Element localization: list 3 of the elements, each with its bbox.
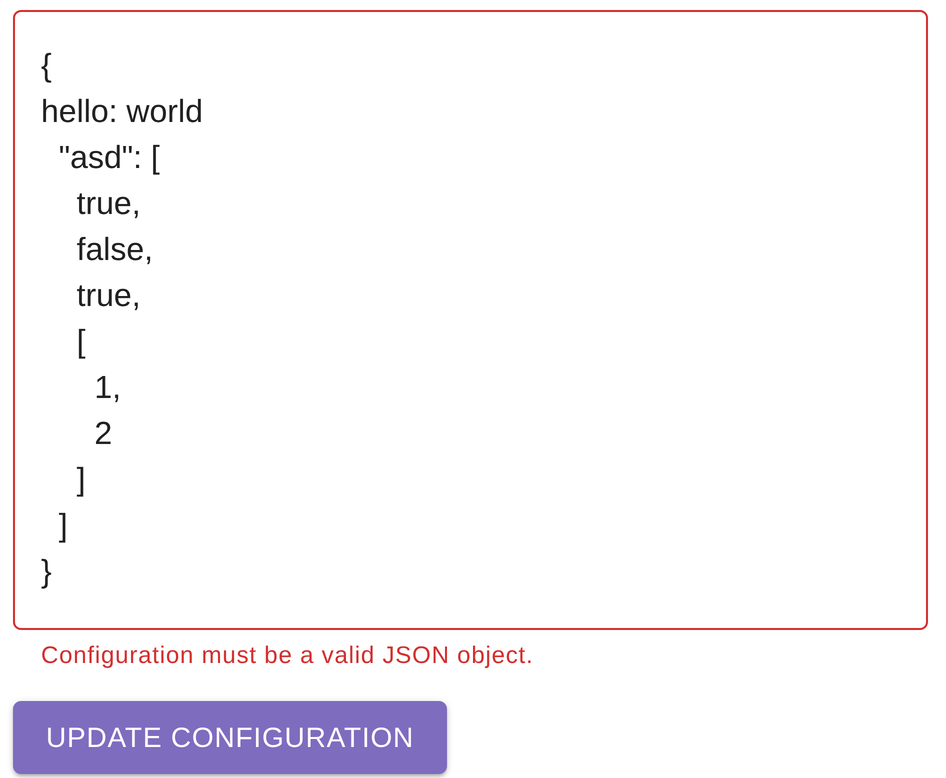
update-configuration-button[interactable]: UPDATE CONFIGURATION — [13, 701, 448, 774]
error-message: Configuration must be a valid JSON object. — [41, 641, 534, 671]
json-config-field[interactable]: { hello: world "asd": [ true, false, true, [ 1, 2 ] ] } — [13, 10, 928, 630]
